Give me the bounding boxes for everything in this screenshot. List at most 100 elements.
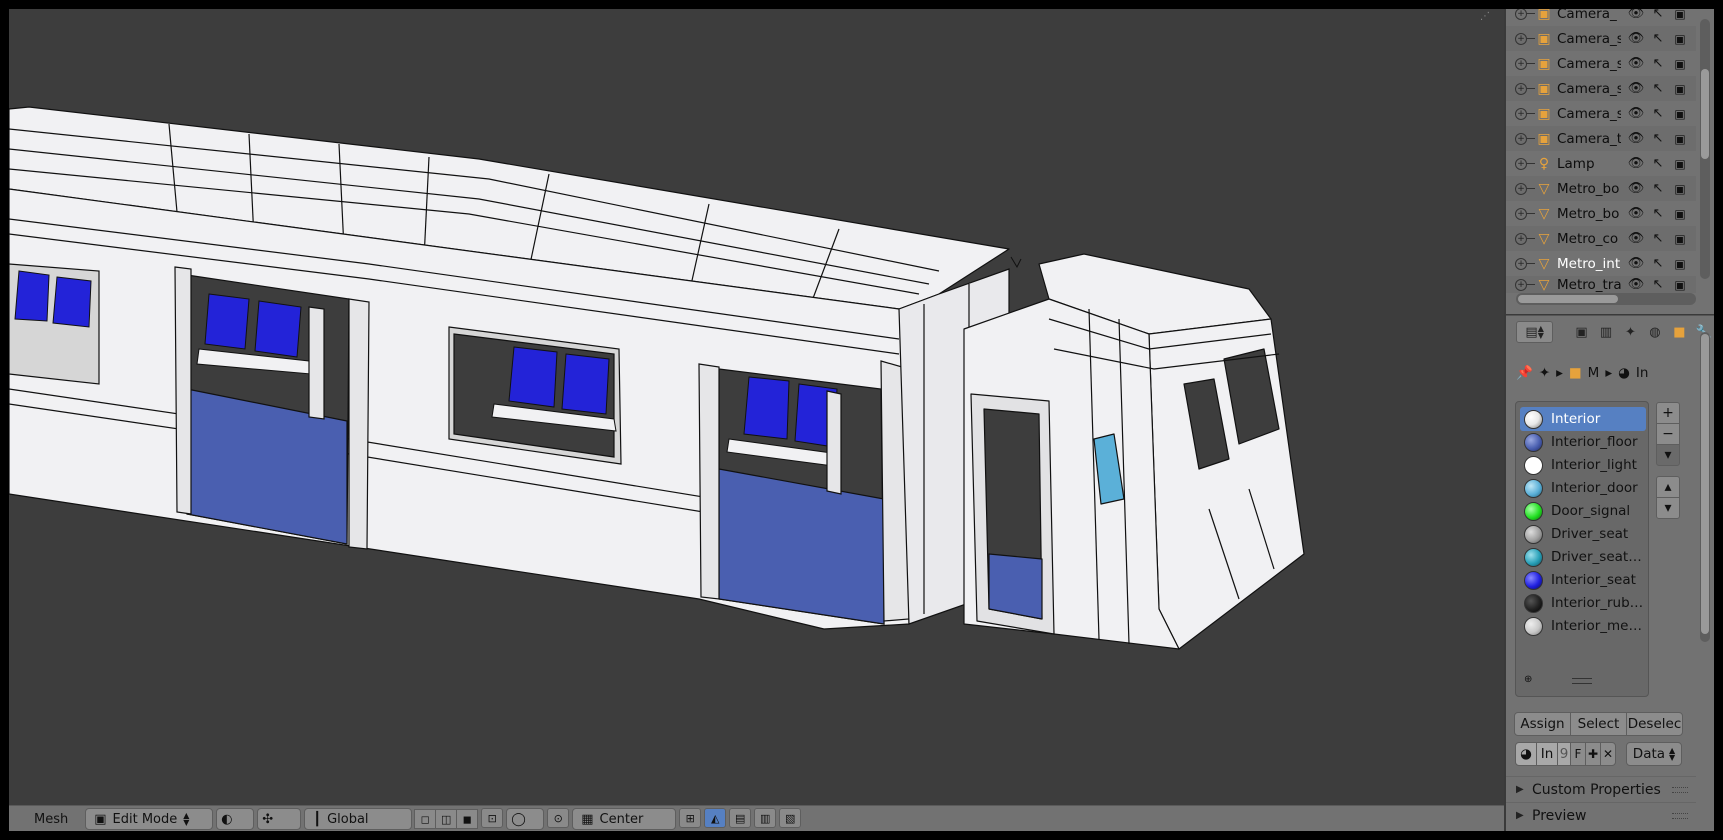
face-select-icon[interactable]: ◼ — [456, 809, 479, 829]
opengl-animation-icon[interactable]: ▥ — [754, 808, 777, 828]
render-tab-icon[interactable]: ▣ — [1571, 321, 1591, 343]
eye-icon[interactable]: 👁 — [1627, 206, 1645, 221]
cursor-icon[interactable]: ↖ — [1649, 156, 1667, 171]
deselect-button[interactable]: Deselec — [1626, 712, 1683, 736]
expand-icon[interactable]: + — [1515, 82, 1527, 95]
film-icon[interactable]: ▧ — [779, 808, 802, 828]
render-layers-tab-icon[interactable]: ▥ — [1596, 321, 1616, 343]
outliner-row[interactable]: + ▣ Camera_s 👁 ↖ ▣ — [1506, 76, 1696, 101]
expand-icon[interactable]: + — [1515, 182, 1527, 195]
outliner-row[interactable]: + ▣ Camera_s 👁 ↖ ▣ — [1506, 101, 1696, 126]
resize-grip-icon[interactable] — [1572, 678, 1592, 684]
expand-icon[interactable]: + — [1515, 107, 1527, 120]
cursor-icon[interactable]: ↖ — [1649, 9, 1667, 21]
new-material-icon[interactable]: ✚ — [1585, 742, 1601, 766]
material-slot-row[interactable]: Interior_me… — [1520, 614, 1646, 638]
shading-dropdown[interactable]: ◐ — [216, 808, 255, 830]
expand-icon[interactable]: + — [1515, 32, 1527, 45]
expand-icon[interactable]: + — [1515, 257, 1527, 270]
eye-icon[interactable]: 👁 — [1627, 231, 1645, 246]
expand-icon[interactable]: + — [1515, 157, 1527, 170]
expand-icon[interactable]: + — [1515, 9, 1527, 20]
snap-toggle-icon[interactable]: ⊙ — [547, 808, 570, 828]
render-camera-icon[interactable]: ▣ — [1671, 82, 1689, 96]
transform-orientation-dropdown[interactable]: ┃ Global — [304, 808, 413, 830]
proportional-edit-dropdown[interactable]: ◯ — [506, 808, 545, 830]
custom-properties-panel-header[interactable]: ▶ Custom Properties — [1506, 776, 1696, 802]
cursor-icon[interactable]: ↖ — [1649, 56, 1667, 71]
render-camera-icon[interactable]: ▣ — [1671, 182, 1689, 196]
material-slot-row[interactable]: Interior — [1520, 407, 1646, 431]
outliner-vertical-scrollbar[interactable] — [1700, 19, 1710, 279]
move-slot-down-button[interactable]: ▾ — [1656, 497, 1680, 519]
material-slot-row[interactable]: Interior_floor — [1520, 430, 1646, 454]
snap-target-dropdown[interactable]: ▦ Center — [572, 808, 677, 830]
outliner-row[interactable]: + ▣ Camera_ 👁 ↖ ▣ — [1506, 9, 1696, 26]
outliner-row[interactable]: + ▣ Camera_s 👁 ↖ ▣ — [1506, 26, 1696, 51]
filter-icon[interactable]: ⊕ — [1524, 674, 1532, 685]
mode-dropdown[interactable]: ▣ Edit Mode ▲ ▼ — [85, 808, 214, 830]
3d-viewport[interactable]: ⋰ Mesh ▣ Edit Mode ▲ ▼ ◐ ✣ ┃ Global ◻ ◫ ◼ — [9, 9, 1504, 831]
world-tab-icon[interactable]: ◍ — [1645, 321, 1665, 343]
material-slot-row[interactable]: Driver_seat — [1520, 522, 1646, 546]
expand-icon[interactable]: + — [1515, 57, 1527, 70]
eye-icon[interactable]: 👁 — [1627, 256, 1645, 271]
object-tab-icon[interactable]: ■ — [1669, 321, 1689, 343]
expand-icon[interactable]: + — [1515, 232, 1527, 245]
expand-icon[interactable]: + — [1515, 132, 1527, 145]
properties-scrollbar[interactable] — [1700, 332, 1710, 642]
material-slot-row[interactable]: Interior_rub… — [1520, 591, 1646, 615]
render-camera-icon[interactable]: ▣ — [1671, 57, 1689, 71]
preview-panel-header[interactable]: ▶ Preview — [1506, 802, 1696, 828]
unlink-material-icon[interactable]: ✕ — [1600, 742, 1616, 766]
cursor-icon[interactable]: ↖ — [1649, 31, 1667, 46]
material-slot-row[interactable]: Door_signal — [1520, 499, 1646, 523]
material-slot-row[interactable]: Interior_seat — [1520, 568, 1646, 592]
outliner-row[interactable]: + ▽ Metro_bo 👁 ↖ ▣ — [1506, 176, 1696, 201]
move-slot-up-button[interactable]: ▴ — [1656, 476, 1680, 498]
drag-grip-icon[interactable] — [1672, 813, 1688, 819]
outliner-row[interactable]: + ♀ Lamp 👁 ↖ ▣ — [1506, 151, 1696, 176]
cursor-icon[interactable]: ↖ — [1649, 106, 1667, 121]
eye-icon[interactable]: 👁 — [1627, 81, 1645, 96]
eye-icon[interactable]: 👁 — [1627, 131, 1645, 146]
render-camera-icon[interactable]: ▣ — [1671, 9, 1689, 21]
pivot-point-dropdown[interactable]: ✣ — [257, 808, 302, 830]
eye-icon[interactable]: 👁 — [1627, 31, 1645, 46]
list-resize-grip[interactable]: ⊕ — [1516, 674, 1650, 692]
remove-slot-button[interactable]: − — [1656, 423, 1680, 445]
eye-icon[interactable]: 👁 — [1627, 181, 1645, 196]
render-camera-icon[interactable]: ▣ — [1671, 232, 1689, 246]
material-browse-icon[interactable]: ◕ — [1515, 742, 1537, 766]
render-camera-icon[interactable]: ▣ — [1671, 278, 1689, 292]
cursor-icon[interactable]: ↖ — [1649, 206, 1667, 221]
vertex-select-icon[interactable]: ◻ — [414, 809, 437, 829]
scene-tab-icon[interactable]: ✦ — [1620, 321, 1640, 343]
drag-grip-icon[interactable] — [1672, 787, 1688, 793]
eye-icon[interactable]: 👁 — [1627, 277, 1645, 292]
render-camera-icon[interactable]: ▣ — [1671, 107, 1689, 121]
opengl-render-icon[interactable]: ▤ — [729, 808, 752, 828]
cursor-icon[interactable]: ↖ — [1649, 256, 1667, 271]
render-camera-icon[interactable]: ▣ — [1671, 207, 1689, 221]
add-slot-button[interactable]: + — [1656, 402, 1680, 424]
outliner-row[interactable]: + ▣ Camera_t 👁 ↖ ▣ — [1506, 126, 1696, 151]
outliner-row[interactable]: + ▽ Metro_co 👁 ↖ ▣ — [1506, 226, 1696, 251]
select-button[interactable]: Select — [1570, 712, 1627, 736]
cursor-icon[interactable]: ↖ — [1649, 81, 1667, 96]
eye-icon[interactable]: 👁 — [1627, 156, 1645, 171]
material-slot-row[interactable]: Interior_light — [1520, 453, 1646, 477]
editor-type-dropdown[interactable]: ▤ ▲ ▼ — [1516, 321, 1554, 343]
material-name-field[interactable]: In — [1536, 742, 1558, 766]
cursor-icon[interactable]: ↖ — [1649, 181, 1667, 196]
limit-selection-icon[interactable]: ⊡ — [481, 808, 504, 828]
material-slot-row[interactable]: Driver_seat… — [1520, 545, 1646, 569]
eye-icon[interactable]: 👁 — [1627, 56, 1645, 71]
link-data-dropdown[interactable]: Data ▲ ▼ — [1626, 742, 1682, 766]
eye-icon[interactable]: 👁 — [1627, 106, 1645, 121]
cursor-icon[interactable]: ↖ — [1649, 277, 1667, 292]
assign-button[interactable]: Assign — [1514, 712, 1571, 736]
outliner-horizontal-scrollbar[interactable] — [1516, 293, 1696, 305]
expand-icon[interactable]: + — [1515, 278, 1527, 291]
outliner-row[interactable]: + ▣ Camera_s 👁 ↖ ▣ — [1506, 51, 1696, 76]
